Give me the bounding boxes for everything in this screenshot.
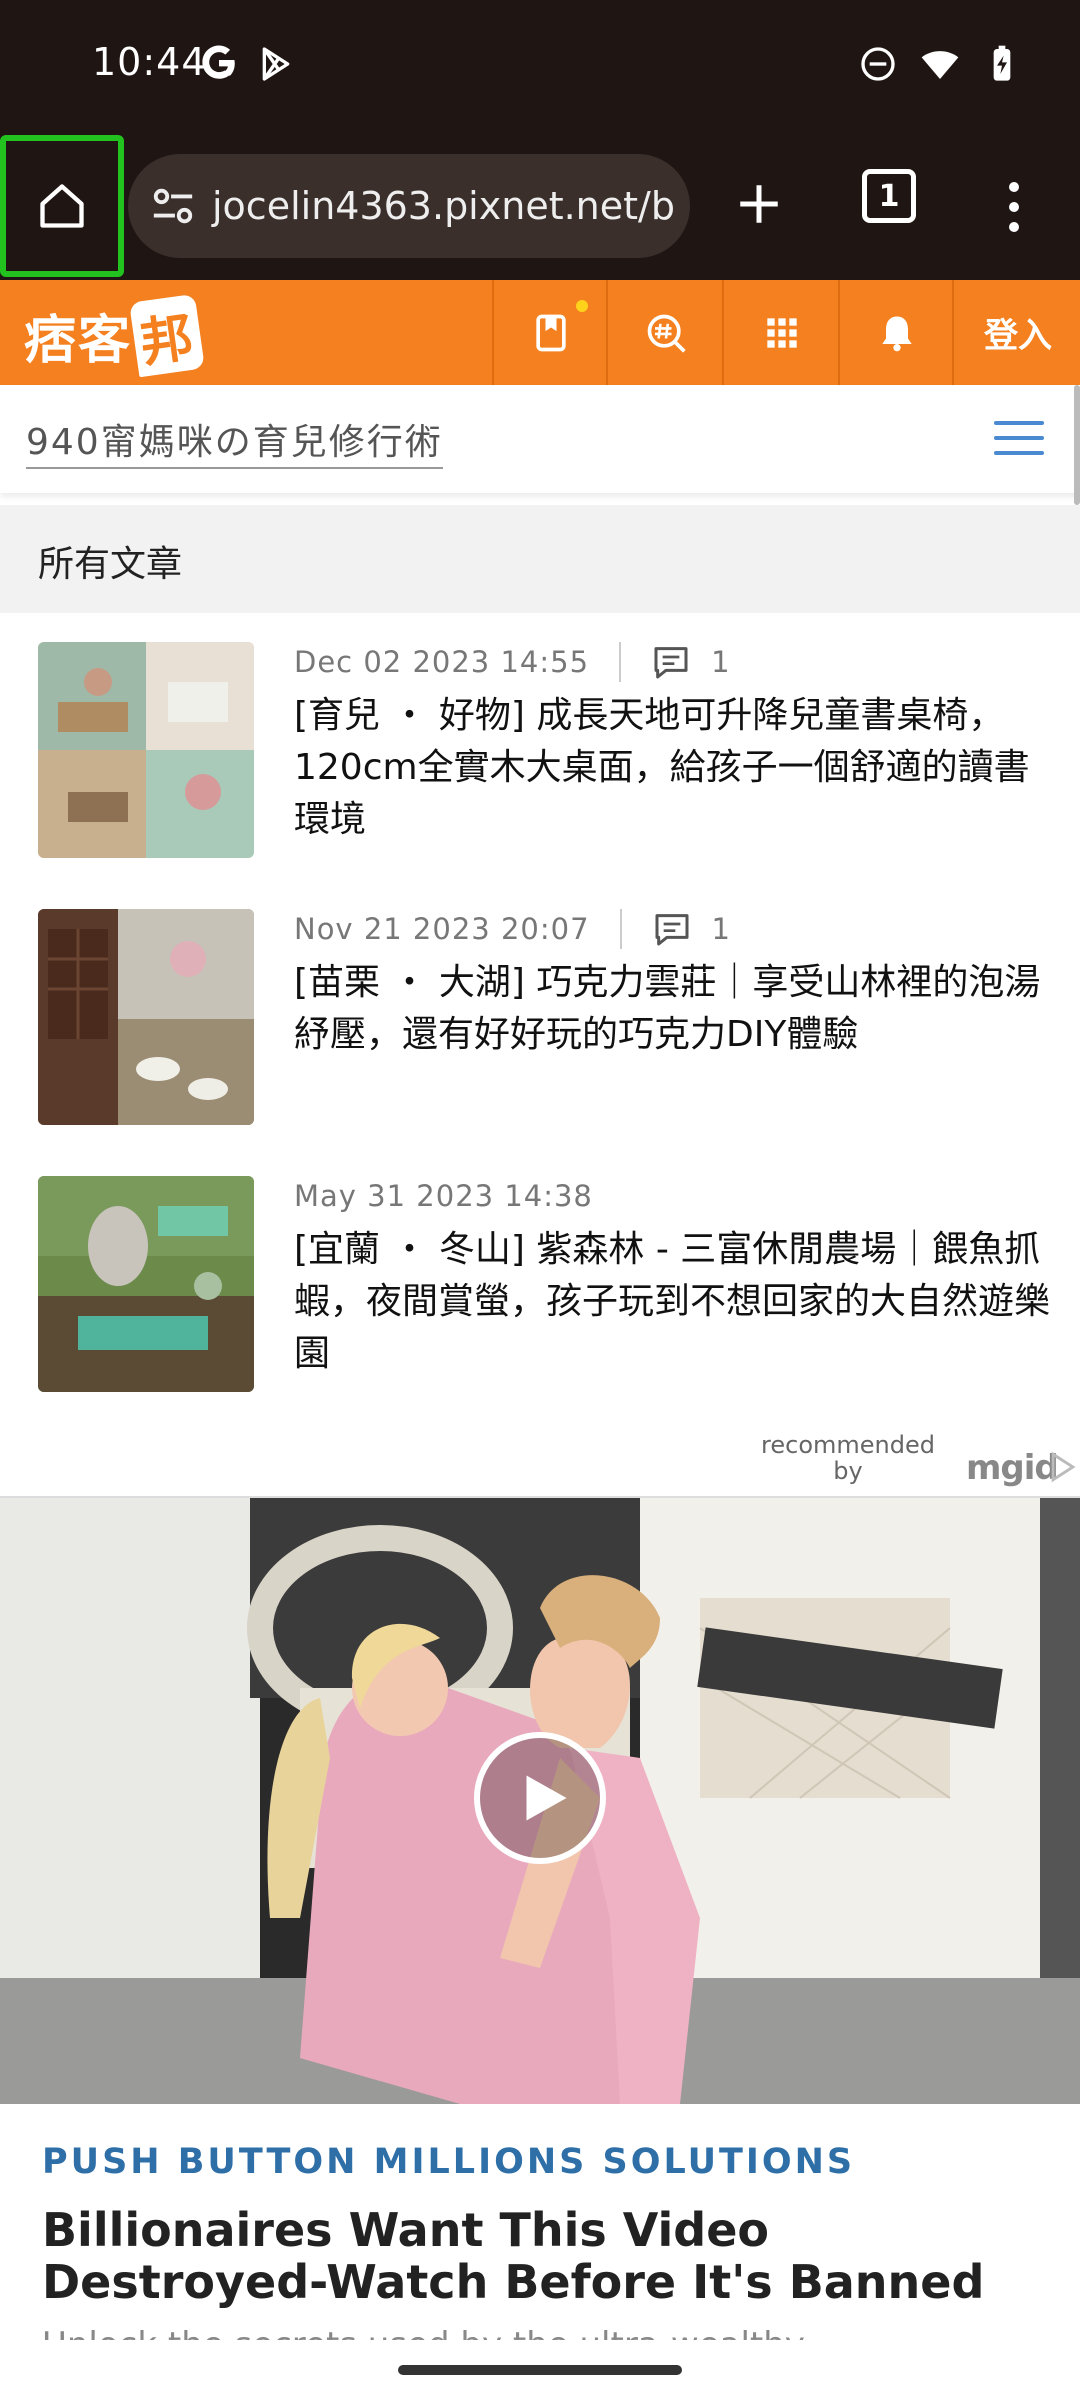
mgid-logo[interactable]: mgid [966, 1448, 1059, 1488]
pixnet-logo[interactable]: 痞客邦 [24, 293, 205, 378]
recommended-by-label: recommended by [761, 1432, 935, 1485]
article-thumbnail[interactable] [38, 1176, 254, 1392]
article-date: Nov 21 2023 20:07 [294, 912, 590, 946]
home-icon [40, 184, 84, 228]
overflow-menu-button[interactable] [994, 167, 1034, 247]
apps-button[interactable] [722, 280, 840, 385]
login-button[interactable]: 登入 [952, 280, 1080, 385]
play-store-icon [262, 47, 290, 81]
section-header: 所有文章 [0, 505, 1080, 613]
article-meta: Dec 02 2023 14:55 1 [294, 642, 731, 682]
battery-charging-icon [993, 45, 1011, 81]
bookmark-button[interactable] [492, 280, 608, 385]
menu-dot [1009, 202, 1019, 212]
apps-grid-icon [767, 317, 797, 348]
ad-source-label[interactable]: PUSH BUTTON MILLIONS SOLUTIONS [42, 2142, 855, 2182]
status-bar: 10:44 [0, 0, 1080, 135]
pixnet-header: 痞客邦 登入 [0, 280, 1080, 385]
hashtag-search-icon [647, 314, 686, 353]
new-tab-button[interactable] [722, 167, 796, 241]
google-g-icon [202, 45, 235, 79]
url-text[interactable]: jocelin4363.pixnet.net/b [212, 184, 675, 228]
notification-dot [576, 300, 588, 312]
plus-icon [740, 185, 778, 223]
gesture-navigation-bar[interactable] [398, 2365, 682, 2375]
pixnet-logo-mark: 邦 [129, 293, 205, 378]
notifications-button[interactable] [838, 280, 954, 385]
url-bar[interactable]: jocelin4363.pixnet.net/b [128, 154, 690, 258]
article-date: May 31 2023 14:38 [294, 1179, 593, 1213]
article-date: Dec 02 2023 14:55 [294, 645, 590, 679]
article-meta: May 31 2023 14:38 [294, 1176, 593, 1216]
wifi-icon [921, 51, 959, 79]
comment-count: 1 [711, 645, 731, 679]
hamburger-menu-icon[interactable] [994, 421, 1044, 455]
home-button[interactable] [0, 135, 124, 277]
menu-dot [1009, 182, 1019, 192]
video-play-button[interactable] [474, 1732, 606, 1864]
ad-choices-icon[interactable] [1048, 1450, 1078, 1484]
tab-switcher-button[interactable]: 1 [862, 169, 916, 223]
pixnet-logo-text: 痞客 [24, 311, 133, 371]
play-icon [526, 1775, 567, 1821]
browser-toolbar: jocelin4363.pixnet.net/b 1 [0, 135, 1080, 280]
hashtag-search-button[interactable] [606, 280, 724, 385]
menu-dot [1009, 222, 1019, 232]
section-title: 所有文章 [38, 544, 183, 585]
article-thumbnail[interactable] [38, 909, 254, 1125]
article-item[interactable]: Nov 21 2023 20:07 1 [苗栗 ・ 大湖] 巧克力雲莊｜享受山林… [0, 909, 1080, 1125]
article-title[interactable]: [苗栗 ・ 大湖] 巧克力雲莊｜享受山林裡的泡湯紓壓，還有好好玩的巧克力DIY體… [294, 957, 1054, 1061]
ad-teaser-text: Unlock the secrets used by the ultra-wea… [42, 2328, 1002, 2340]
article-title[interactable]: [宜蘭 ・ 冬山] 紫森林 - 三富休閒農場｜餵魚抓蝦，夜間賞螢，孩子玩到不想回… [294, 1224, 1054, 1380]
article-item[interactable]: May 31 2023 14:38 [宜蘭 ・ 冬山] 紫森林 - 三富休閒農場… [0, 1176, 1080, 1392]
bell-icon [882, 316, 912, 351]
login-label: 登入 [984, 316, 1052, 356]
blog-title-bar: 940甯媽咪の育兒修行術 [0, 385, 1080, 493]
article-thumbnail[interactable] [38, 642, 254, 858]
blog-title[interactable]: 940甯媽咪の育兒修行術 [26, 413, 443, 469]
comment-icon [654, 647, 688, 679]
do-not-disturb-icon [861, 47, 895, 81]
ad-headline[interactable]: Billionaires Want This Video Destroyed-W… [42, 2204, 1042, 2308]
status-time: 10:44 [92, 40, 207, 84]
article-meta: Nov 21 2023 20:07 1 [294, 909, 731, 949]
site-settings-icon[interactable] [150, 183, 196, 229]
comment-count: 1 [711, 912, 731, 946]
comment-icon [655, 914, 689, 946]
bookmark-icon [536, 314, 566, 351]
article-item[interactable]: Dec 02 2023 14:55 1 [育兒 ・ 好物] 成長天地可升降兒童書… [0, 642, 1080, 858]
scrollbar[interactable] [1074, 385, 1080, 505]
article-title[interactable]: [育兒 ・ 好物] 成長天地可升降兒童書桌椅，120cm全實木大桌面，給孩子一個… [294, 690, 1054, 846]
